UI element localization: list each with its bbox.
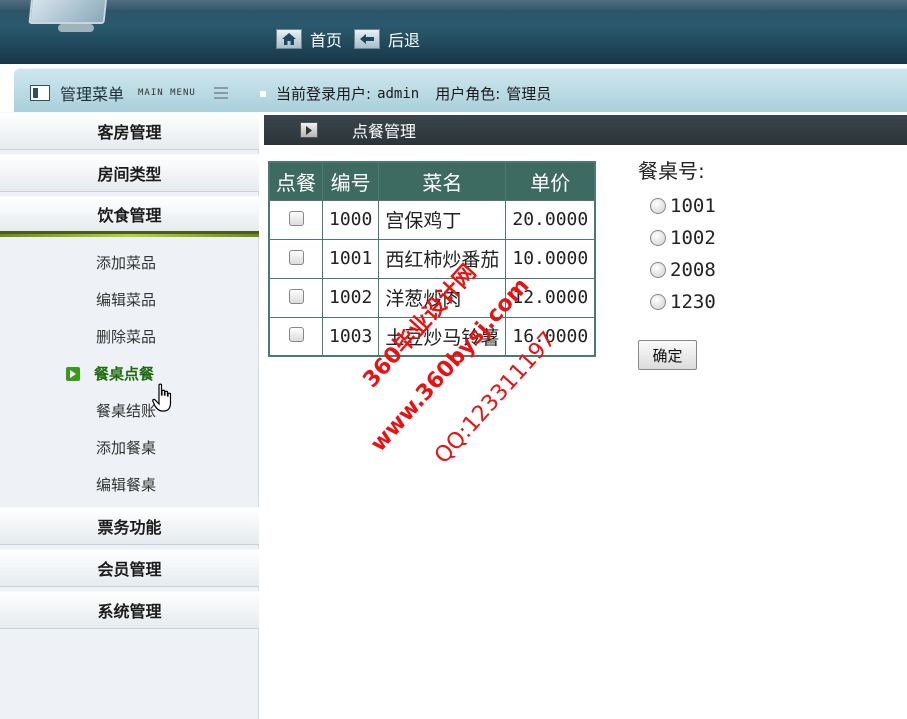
home-label: 首页	[310, 31, 343, 50]
top-nav: 首页 后退	[276, 27, 426, 51]
dish-price: 20.0000	[505, 199, 596, 240]
section-label: 会员管理	[97, 560, 162, 579]
section-label: 房间类型	[97, 165, 162, 184]
section-label: 票务功能	[97, 518, 162, 537]
top-banner: 首页 后退	[0, 0, 907, 64]
sidebar-section-catering[interactable]: 饮食管理	[0, 196, 259, 237]
order-checkbox[interactable]	[288, 249, 304, 265]
sidebar-item-label: 编辑菜品	[96, 291, 157, 309]
radio-button[interactable]	[650, 294, 666, 310]
menu-title-en: MAIN MENU	[138, 88, 196, 98]
sidebar-item-add-table[interactable]: 添加餐桌	[0, 429, 258, 466]
sidebar-item-edit-table[interactable]: 编辑餐桌	[0, 466, 258, 503]
table-radio-option[interactable]: 2008	[638, 254, 716, 286]
dish-id: 1003	[321, 316, 380, 357]
table-radio-option[interactable]: 1001	[638, 190, 716, 222]
sidebar-item-label: 餐桌结账	[96, 402, 157, 420]
table-number-label: 餐桌号:	[638, 159, 705, 183]
info-band: 管理菜单 MAIN MENU 当前登录用户: admin 用户角色: 管理员	[14, 68, 907, 112]
dish-price: 12.0000	[505, 277, 596, 318]
sidebar: 客房管理 房间类型 饮食管理 添加菜品 编辑菜品 删除菜品 餐桌点餐 餐桌结账 …	[0, 112, 259, 719]
menu-title-text: 管理菜单	[60, 85, 125, 104]
sidebar-section-room-types[interactable]: 房间类型	[0, 154, 259, 192]
sidebar-section-tickets[interactable]: 票务功能	[0, 507, 259, 545]
order-checkbox[interactable]	[288, 288, 304, 304]
sidebar-section-members[interactable]: 会员管理	[0, 549, 259, 587]
table-header-row: 点餐 编号 菜名 单价	[268, 161, 596, 201]
table-row: 1003 土豆炒马铃薯 16.0000	[268, 316, 596, 357]
sidebar-item-table-checkout[interactable]: 餐桌结账	[0, 392, 258, 429]
dish-name: 宫保鸡丁	[378, 199, 507, 240]
col-order: 点餐	[268, 161, 323, 201]
main-content: 点餐管理 点餐 编号 菜名 单价 1000 宫保鸡丁 20.0000 1001 …	[264, 115, 907, 719]
catering-submenu: 添加菜品 编辑菜品 删除菜品 餐桌点餐 餐桌结账 添加餐桌 编辑餐桌	[0, 238, 258, 507]
order-checkbox[interactable]	[288, 210, 304, 226]
hand-cursor-icon	[152, 383, 172, 412]
sidebar-item-add-dish[interactable]: 添加菜品	[0, 244, 258, 281]
back-arrow-icon	[354, 29, 381, 49]
radio-label: 1230	[670, 291, 716, 313]
play-arrow-icon	[66, 366, 80, 381]
dish-name: 西红柿炒番茄	[378, 238, 507, 279]
col-id: 编号	[321, 161, 380, 201]
table-number-group: 餐桌号: 1001 1002 2008 1230	[638, 155, 716, 318]
col-price: 单价	[505, 161, 596, 201]
sidebar-item-delete-dish[interactable]: 删除菜品	[0, 318, 258, 355]
sidebar-item-label: 编辑餐桌	[96, 476, 157, 494]
table-row: 1001 西红柿炒番茄 10.0000	[268, 238, 596, 279]
play-icon	[300, 122, 318, 138]
bullet-icon	[260, 90, 266, 97]
radio-button[interactable]	[650, 230, 666, 246]
sidebar-item-label: 添加菜品	[96, 254, 157, 272]
dish-id: 1001	[321, 238, 380, 279]
breadcrumb: 点餐管理	[264, 115, 907, 145]
section-label: 饮食管理	[97, 206, 162, 225]
menu-panel-icon	[30, 85, 50, 101]
current-user: admin	[377, 85, 420, 102]
sidebar-section-rooms[interactable]: 客房管理	[0, 112, 259, 150]
dish-name: 土豆炒马铃薯	[378, 316, 507, 357]
order-checkbox[interactable]	[288, 327, 304, 343]
radio-label: 1002	[670, 227, 716, 249]
confirm-button[interactable]: 确定	[638, 340, 697, 370]
sidebar-item-label: 餐桌点餐	[94, 365, 155, 383]
breadcrumb-title: 点餐管理	[352, 122, 417, 141]
role-value: 管理员	[506, 85, 552, 103]
user-info: 当前登录用户: admin 用户角色: 管理员	[260, 83, 551, 104]
table-row: 1002 洋葱炒肉 12.0000	[268, 277, 596, 318]
table-radio-option[interactable]: 1002	[638, 222, 716, 254]
sidebar-section-system[interactable]: 系统管理	[0, 591, 259, 629]
dish-price: 10.0000	[505, 238, 596, 279]
monitor-logo-icon	[10, 0, 120, 38]
section-label: 系统管理	[97, 602, 162, 621]
menu-title: 管理菜单 MAIN MENU	[30, 81, 228, 105]
sidebar-item-label: 删除菜品	[96, 328, 157, 346]
radio-button[interactable]	[650, 262, 666, 278]
back-label: 后退	[388, 31, 421, 50]
sidebar-item-table-order[interactable]: 餐桌点餐	[0, 355, 258, 392]
section-label: 客房管理	[97, 123, 162, 142]
table-radio-option[interactable]: 1230	[638, 286, 716, 318]
sidebar-item-edit-dish[interactable]: 编辑菜品	[0, 281, 258, 318]
role-label: 用户角色:	[435, 85, 501, 103]
radio-label: 1001	[670, 195, 716, 217]
current-user-label: 当前登录用户:	[276, 85, 372, 103]
col-name: 菜名	[378, 161, 507, 201]
dish-price: 16.0000	[505, 316, 596, 357]
back-button[interactable]: 后退	[354, 27, 420, 51]
dish-name: 洋葱炒肉	[378, 277, 507, 318]
home-button[interactable]: 首页	[276, 27, 342, 51]
radio-button[interactable]	[650, 198, 666, 214]
top-strip	[0, 0, 907, 10]
table-row: 1000 宫保鸡丁 20.0000	[268, 199, 596, 240]
dish-id: 1002	[321, 277, 380, 318]
dish-id: 1000	[321, 199, 380, 240]
radio-label: 2008	[670, 259, 716, 281]
menu-toggle-icon[interactable]	[213, 87, 228, 99]
home-icon	[276, 29, 302, 49]
dish-table: 点餐 编号 菜名 单价 1000 宫保鸡丁 20.0000 1001 西红柿炒番…	[268, 161, 597, 357]
sidebar-item-label: 添加餐桌	[96, 439, 157, 457]
